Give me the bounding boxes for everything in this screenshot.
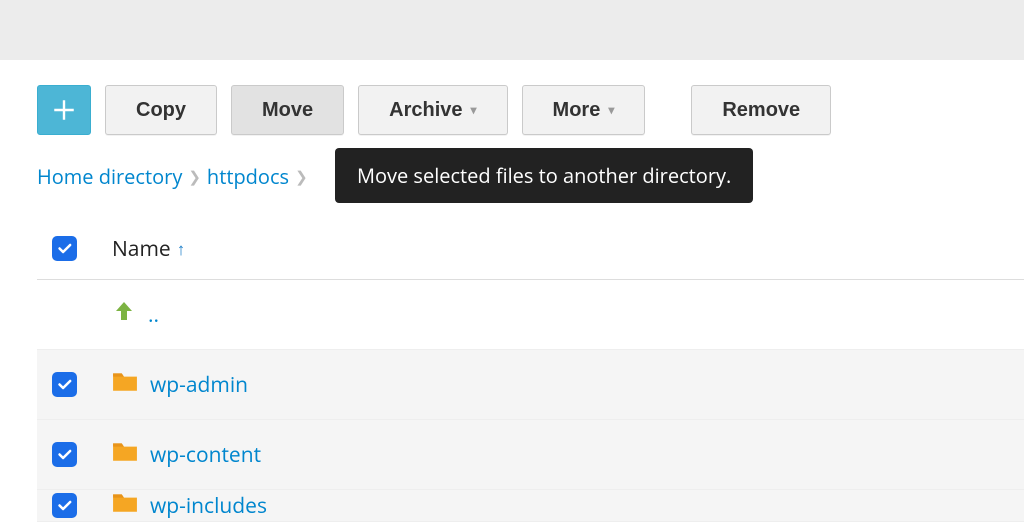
more-button-label: More xyxy=(553,99,601,122)
breadcrumb-segment[interactable]: httpdocs xyxy=(207,163,289,190)
folder-icon xyxy=(112,370,138,399)
table-row[interactable]: wp-includes xyxy=(37,490,1024,522)
move-button-label: Move xyxy=(262,99,313,122)
top-bar xyxy=(0,0,1024,60)
table-row[interactable]: wp-content xyxy=(37,420,1024,490)
check-icon xyxy=(56,240,73,257)
file-manager-content: Copy Move Archive ▾ More ▾ Remove Home d… xyxy=(0,60,1024,522)
add-button[interactable] xyxy=(37,85,91,135)
plus-icon xyxy=(51,97,77,123)
column-name-label: Name xyxy=(112,235,171,263)
chevron-down-icon: ▾ xyxy=(471,103,477,117)
parent-dir-label: .. xyxy=(148,301,159,329)
folder-icon xyxy=(112,440,138,469)
move-button[interactable]: Move xyxy=(231,85,344,135)
up-arrow-icon xyxy=(112,299,136,330)
archive-button[interactable]: Archive ▾ xyxy=(358,85,507,135)
copy-button-label: Copy xyxy=(136,99,186,122)
check-icon xyxy=(56,376,73,393)
column-header-name[interactable]: Name ↑ xyxy=(112,235,185,263)
file-table: Name ↑ .. wp-admin xyxy=(37,218,1024,522)
check-icon xyxy=(56,497,73,514)
row-checkbox[interactable] xyxy=(52,493,77,518)
archive-button-label: Archive xyxy=(389,99,462,122)
row-checkbox[interactable] xyxy=(52,372,77,397)
move-tooltip: Move selected files to another directory… xyxy=(335,148,753,203)
table-row[interactable]: wp-admin xyxy=(37,350,1024,420)
toolbar: Copy Move Archive ▾ More ▾ Remove xyxy=(37,85,1024,135)
copy-button[interactable]: Copy xyxy=(105,85,217,135)
breadcrumb-separator: ❯ xyxy=(295,167,308,187)
breadcrumb-separator: ❯ xyxy=(188,167,201,187)
parent-directory-row[interactable]: .. xyxy=(37,280,1024,350)
file-name: wp-admin xyxy=(150,371,248,399)
table-header: Name ↑ xyxy=(37,218,1024,280)
row-checkbox[interactable] xyxy=(52,442,77,467)
folder-icon xyxy=(112,491,138,520)
check-icon xyxy=(56,446,73,463)
select-all-checkbox[interactable] xyxy=(52,236,77,261)
sort-asc-icon: ↑ xyxy=(177,237,186,260)
file-name: wp-content xyxy=(150,441,261,469)
remove-button[interactable]: Remove xyxy=(691,85,831,135)
remove-button-label: Remove xyxy=(722,99,800,122)
file-name: wp-includes xyxy=(150,492,267,520)
breadcrumb-home[interactable]: Home directory xyxy=(37,163,182,190)
chevron-down-icon: ▾ xyxy=(608,103,614,117)
more-button[interactable]: More ▾ xyxy=(522,85,646,135)
